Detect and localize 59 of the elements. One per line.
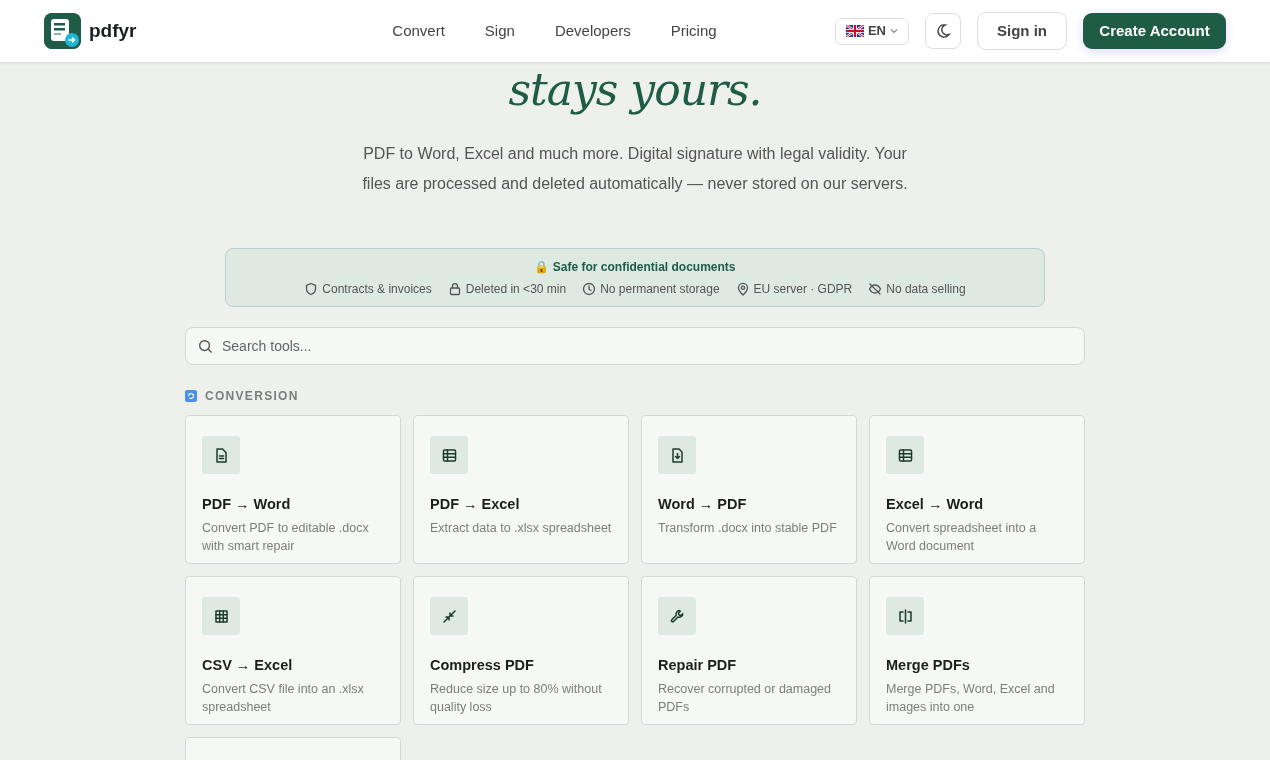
language-selector[interactable]: EN	[834, 17, 909, 45]
nav-link[interactable]: Convert	[392, 19, 445, 43]
tool-card[interactable]: Repair PDF Recover corrupted or damaged PDFs	[641, 576, 857, 725]
tool-description: Reduce size up to 80% without quality loss	[430, 680, 603, 716]
search-field[interactable]: Search tools...	[185, 327, 1085, 365]
create-account-button[interactable]: Create Account	[1083, 13, 1226, 49]
flag-icon	[845, 25, 864, 37]
trust-feature: No data selling	[886, 281, 966, 298]
tool-card[interactable]: Merge PDFs Merge PDFs, Word, Excel and images into one	[869, 576, 1085, 725]
eye-off-icon	[868, 282, 883, 296]
tool-title: PDF → Excel	[430, 495, 521, 514]
chevron-down-icon	[890, 28, 898, 34]
refresh-icon	[185, 390, 197, 402]
tool-card[interactable]: PDF → Excel Extract data to .xlsx spreadsheet	[413, 415, 629, 564]
tool-title: Compress PDF	[430, 656, 535, 675]
split-icon	[896, 607, 914, 625]
tool-description: Transform .docx into stable PDF	[658, 519, 838, 537]
theme-toggle[interactable]	[925, 13, 961, 49]
moon-icon	[935, 23, 951, 39]
shield-icon	[304, 282, 319, 296]
tool-card[interactable]: Compress PDF Reduce size up to 80% without quality loss	[413, 576, 629, 725]
hero-title: stays yours.	[508, 63, 762, 117]
tool-description: Convert spreadsheet into a Word document	[886, 519, 1038, 555]
tool-title: Repair PDF	[658, 656, 738, 675]
brand-name: pdfyr	[89, 18, 137, 43]
trust-feature: Deleted in <30 min	[465, 281, 567, 298]
section-heading: CONVERSION	[205, 388, 299, 405]
tool-title: Excel → Word	[886, 495, 985, 514]
table-icon	[440, 446, 458, 464]
trust-feature: EU server · GDPR	[753, 281, 853, 298]
tool-description: Merge PDFs, Word, Excel and images into one	[886, 680, 1056, 716]
wrench-icon	[668, 607, 686, 625]
compress-icon	[440, 607, 458, 625]
tool-title: Word → PDF	[658, 495, 748, 514]
trust-title: 🔒 Safe for confidential documents	[534, 259, 736, 276]
hero-subtitle: PDF to Word, Excel and much more. Digital signature with legal validity. Your files are processed and deleted automatically — never stored on our servers.	[361, 144, 909, 194]
nav-link[interactable]: Sign	[484, 19, 515, 43]
table-icon	[896, 446, 914, 464]
grid-icon	[212, 607, 230, 625]
tool-card[interactable]: CSV → Excel Convert CSV file into an .xlsx spreadsheet	[185, 576, 401, 725]
tool-card[interactable]: Word → PDF Transform .docx into stable PDF	[641, 415, 857, 564]
tool-title: PDF → Word	[202, 495, 292, 514]
tool-description: Extract data to .xlsx spreadsheet	[430, 519, 612, 537]
tool-card[interactable]: PDF → Word Convert PDF to editable .docx with smart repair	[185, 415, 401, 564]
nav-link[interactable]: Developers	[554, 19, 631, 43]
clock-icon	[582, 282, 597, 296]
trust-feature: Contracts & invoices	[322, 281, 432, 298]
tool-description: Recover corrupted or damaged PDFs	[658, 680, 832, 716]
trust-feature: No permanent storage	[600, 281, 720, 298]
logo-icon	[44, 13, 81, 49]
location-pin-icon	[735, 282, 750, 296]
tool-title: Merge PDFs	[886, 656, 971, 675]
lock-icon	[447, 282, 462, 296]
tool-title: CSV → Excel	[202, 656, 294, 675]
tool-description: Convert CSV file into an .xlsx spreadsheet	[202, 680, 365, 716]
nav-link[interactable]: Pricing	[670, 19, 717, 43]
tool-description: Convert PDF to editable .docx with smart repair	[202, 519, 370, 555]
sign-in-button[interactable]: Sign in	[977, 12, 1067, 50]
tool-card[interactable]: Excel → Word Convert spreadsheet into a Word document	[869, 415, 1085, 564]
